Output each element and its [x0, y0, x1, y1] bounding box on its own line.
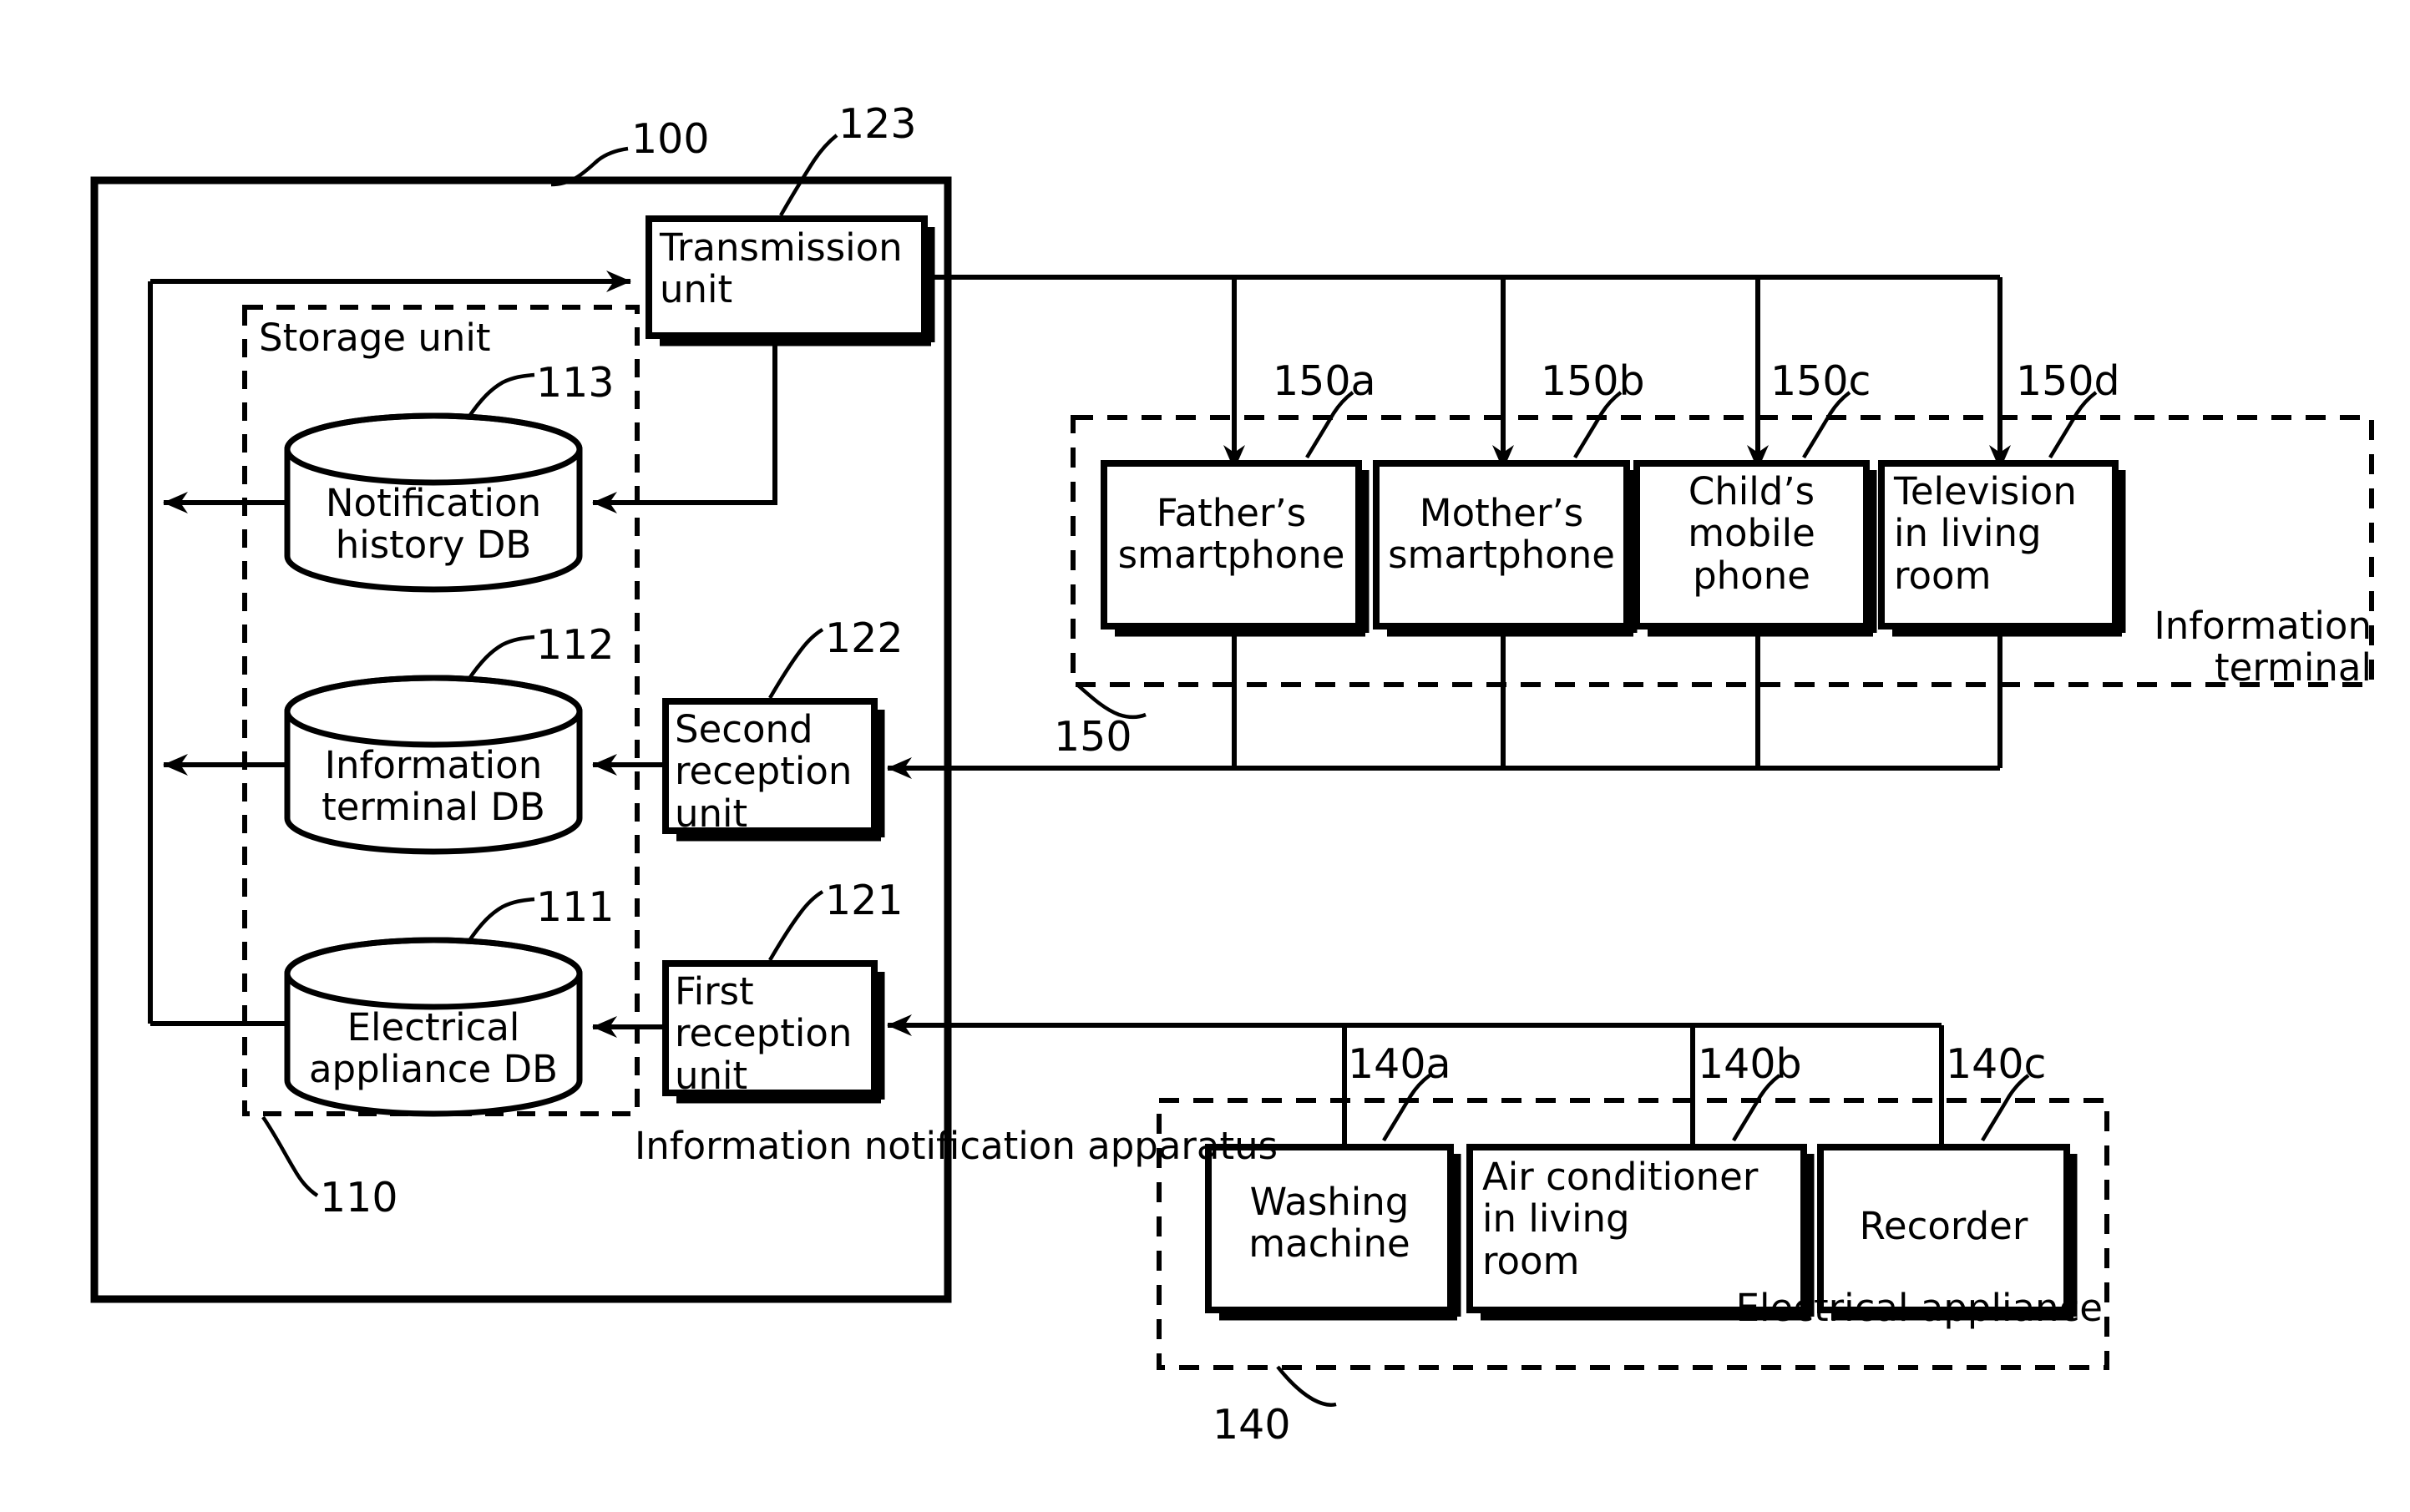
ref-122: 122: [825, 614, 904, 662]
leader-112: [467, 635, 535, 681]
ref-140a: 140a: [1348, 1040, 1451, 1088]
ref-140c: 140c: [1946, 1040, 2047, 1088]
recorder-label[interactable]: Recorder: [1820, 1205, 2067, 1247]
apparatus-label: Information notification apparatus: [635, 1124, 1278, 1168]
storage-unit-label: Storage unit: [259, 316, 491, 360]
ref-121: 121: [825, 877, 904, 924]
leader-123: [779, 134, 838, 217]
ref-123: 123: [838, 100, 917, 148]
ref-110: 110: [320, 1174, 398, 1221]
childs-mobile-phone-label[interactable]: Child’s mobile phone: [1637, 470, 1866, 597]
fathers-smartphone-label[interactable]: Father’s smartphone: [1104, 492, 1359, 577]
information-terminal-db-label: Information terminal DB: [322, 743, 545, 830]
electrical-appliance-db-label: Electrical appliance DB: [308, 1005, 559, 1092]
leader-113: [467, 372, 535, 419]
information-terminal-group-label: Information terminal: [2154, 604, 2372, 690]
transmission-unit-label[interactable]: Transmission unit: [660, 226, 903, 311]
notification-history-db-label: Notification history DB: [325, 481, 542, 568]
ref-150b: 150b: [1541, 357, 1645, 405]
washing-machine-label[interactable]: Washing machine: [1208, 1181, 1451, 1266]
leader-140: [1276, 1365, 1337, 1407]
second-reception-unit-label[interactable]: Second reception unit: [675, 708, 852, 835]
arrow-transmission-to-113: [592, 334, 777, 513]
ref-150d: 150d: [2016, 357, 2120, 405]
ref-112: 112: [536, 621, 615, 669]
ref-150a: 150a: [1273, 357, 1376, 405]
ref-150: 150: [1054, 713, 1132, 761]
air-conditioner-in-living-room-label[interactable]: Air conditioner in living room: [1482, 1155, 1808, 1282]
figure-canvas: 100 123 113 112 111 122 121 110 150a 150…: [0, 0, 2410, 1512]
ref-100: 100: [631, 115, 710, 163]
ref-140b: 140b: [1698, 1040, 1802, 1088]
leader-110: [261, 1115, 319, 1197]
ref-113: 113: [536, 359, 615, 407]
ref-140: 140: [1213, 1401, 1291, 1449]
electrical-appliance-group-label: Electrical appliance: [1735, 1286, 2103, 1330]
leader-111: [467, 897, 535, 943]
first-reception-unit-label[interactable]: First reception unit: [675, 970, 852, 1097]
leader-121: [768, 890, 824, 962]
mothers-smartphone-label[interactable]: Mother’s smartphone: [1376, 492, 1627, 577]
ref-111: 111: [536, 883, 615, 931]
leader-122: [768, 628, 824, 700]
ref-150c: 150c: [1770, 357, 1871, 405]
television-in-living-room-label[interactable]: Television in living room: [1894, 470, 2124, 597]
